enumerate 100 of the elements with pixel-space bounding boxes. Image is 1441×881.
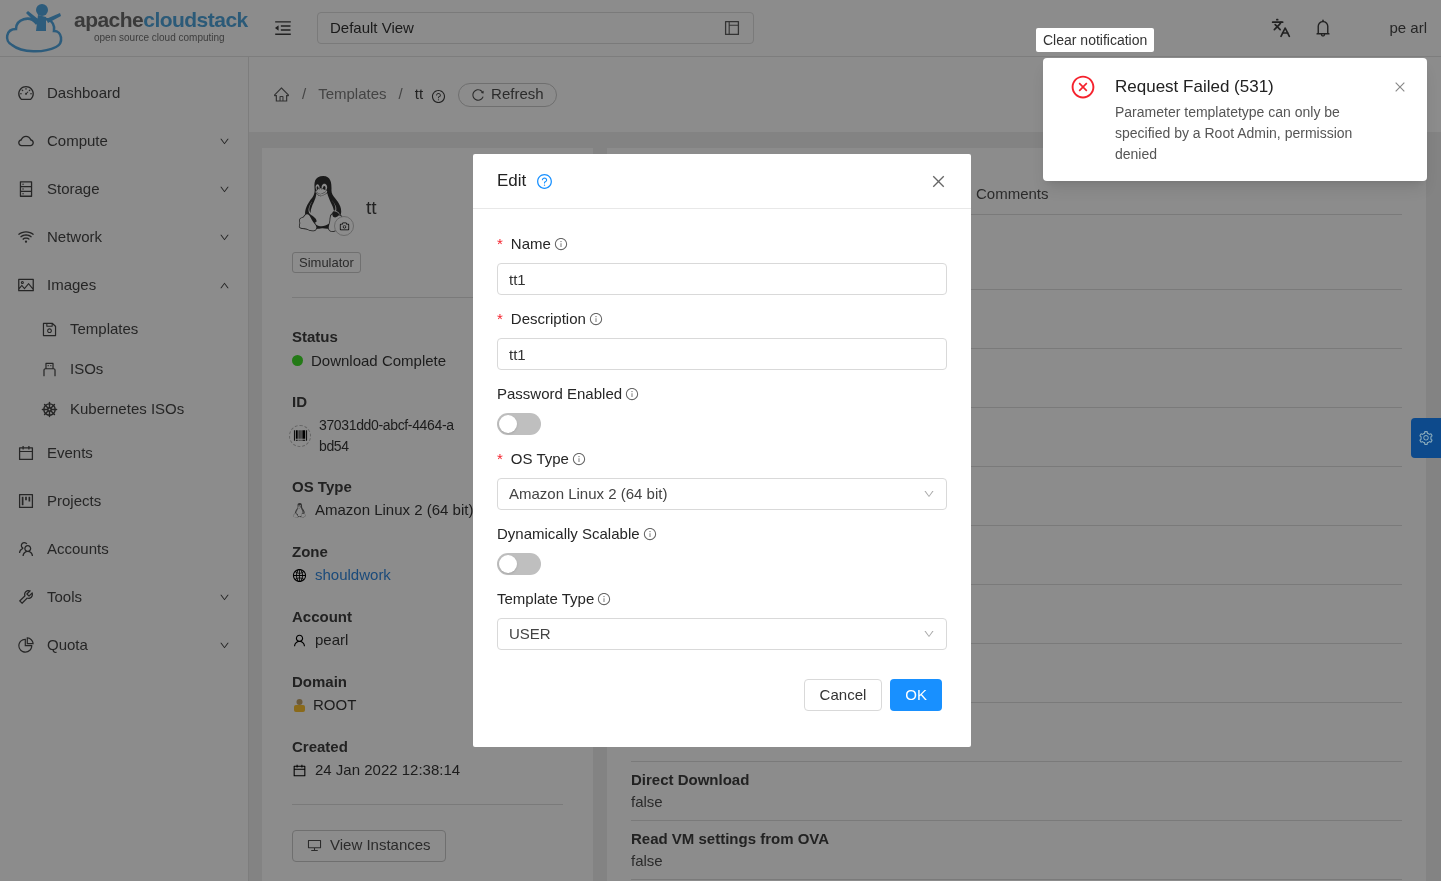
reload-icon <box>471 87 486 102</box>
view-select[interactable]: Default View <box>317 12 754 44</box>
breadcrumb-separator: / <box>302 84 307 105</box>
sidebar-item[interactable]: Storage <box>0 169 248 209</box>
wifi-icon <box>17 228 35 246</box>
field-label: Password Enabled <box>497 383 623 404</box>
field-value: Amazon Linux 2 (64 bit) <box>315 500 474 520</box>
text-input[interactable]: tt1 <box>497 263 947 295</box>
field-value: 24 Jan 2022 12:38:14 <box>315 760 461 780</box>
board-icon <box>17 492 35 510</box>
info-icon[interactable] <box>597 592 612 606</box>
notification-title: Request Failed (531) <box>1115 76 1275 98</box>
view-instances-button[interactable]: View Instances <box>292 829 446 862</box>
breadcrumb-link[interactable]: Templates <box>318 83 387 106</box>
help-icon[interactable] <box>431 89 447 104</box>
sidebar-subitem[interactable]: Templates <box>0 309 248 349</box>
comments-tab[interactable]: Comments <box>976 182 1049 214</box>
field-label: Account <box>292 606 352 627</box>
logo-text: apachecloudstack <box>74 9 248 30</box>
save-icon <box>41 320 58 338</box>
user-icon <box>292 632 307 648</box>
chevron-down-icon <box>923 488 935 500</box>
property-label: Direct Download <box>631 769 751 790</box>
camera-icon[interactable] <box>334 216 354 236</box>
property-value: false <box>631 792 664 812</box>
field-value: 37031dd0-abcf-4464-a <box>319 415 454 435</box>
layout-icon <box>723 19 741 37</box>
breadcrumb-current: tt <box>414 84 424 105</box>
template-name: tt <box>366 196 377 220</box>
sidebar-item[interactable]: Accounts <box>0 529 248 569</box>
user-name[interactable]: pe arl <box>1389 16 1427 40</box>
select-field[interactable]: USER <box>497 618 947 650</box>
error-icon <box>1070 74 1096 100</box>
sidebar-item[interactable]: Projects <box>0 481 248 521</box>
users-icon <box>17 540 35 558</box>
info-icon[interactable] <box>642 527 657 541</box>
chevron-down-icon <box>923 628 935 640</box>
property-value: false <box>631 851 664 871</box>
info-icon[interactable] <box>571 452 586 466</box>
translate-icon[interactable] <box>1271 18 1292 38</box>
hypervisor-tag: Simulator <box>292 252 361 273</box>
storage-icon <box>17 180 35 198</box>
text-input[interactable]: tt1 <box>497 338 947 370</box>
field-label: Status <box>292 327 338 347</box>
sidebar-subitem[interactable]: ISOs <box>0 349 248 389</box>
zone-link[interactable]: shouldwork <box>315 564 391 587</box>
field-value: ROOT <box>313 695 357 715</box>
cancel-button[interactable]: Cancel <box>803 679 883 711</box>
collapse-menu-button[interactable] <box>273 18 293 38</box>
sidebar-item[interactable]: Dashboard <box>0 73 248 113</box>
toggle-switch[interactable] <box>497 413 541 435</box>
settings-icon <box>1418 430 1434 446</box>
field-value: bd54 <box>319 436 349 456</box>
field-label: Dynamically Scalable <box>497 523 640 544</box>
field-label: Created <box>292 736 348 757</box>
calendar-icon <box>17 444 35 462</box>
ship-wheel-icon <box>41 400 58 418</box>
field-label: Name <box>510 233 551 254</box>
select-field[interactable]: Amazon Linux 2 (64 bit) <box>497 478 947 510</box>
logo-tagline: open source cloud computing <box>94 33 226 43</box>
notification-message: Parameter templatetype can only be specified by a Root Admin, permission denied <box>1115 103 1354 164</box>
pie-chart-icon <box>17 636 35 654</box>
calendar-icon <box>292 762 307 778</box>
image-icon <box>17 276 35 294</box>
field-value: Download Complete <box>311 350 447 371</box>
field-value: pearl <box>315 630 349 650</box>
sidebar-item[interactable]: Network <box>0 217 248 257</box>
sidebar-subitem[interactable]: Kubernetes ISOs <box>0 389 248 429</box>
field-label: Zone <box>292 541 328 562</box>
toggle-switch[interactable] <box>497 553 541 575</box>
field-label: ID <box>292 392 307 412</box>
field-label: OS Type <box>510 448 569 469</box>
required-mark: * <box>497 233 503 254</box>
sidebar-item[interactable]: Images <box>0 265 248 305</box>
field-label: Template Type <box>497 588 595 609</box>
ok-button[interactable]: OK <box>890 679 942 711</box>
dashboard-icon <box>17 84 35 102</box>
home-icon[interactable] <box>273 86 290 103</box>
sidebar-item[interactable]: Events <box>0 433 248 473</box>
required-mark: * <box>497 308 503 329</box>
help-icon[interactable] <box>536 172 554 190</box>
field-label: OS Type <box>292 476 352 497</box>
field-label: Description <box>510 308 586 329</box>
domain-icon <box>292 697 307 713</box>
info-icon[interactable] <box>553 237 568 251</box>
required-mark: * <box>497 448 503 469</box>
monitor-icon <box>307 838 322 853</box>
breadcrumb-separator: / <box>398 84 403 105</box>
wrench-icon <box>17 588 35 606</box>
close-icon[interactable] <box>1393 80 1407 94</box>
settings-button[interactable] <box>1411 418 1441 458</box>
dialog-title: Edit <box>497 170 527 193</box>
info-icon[interactable] <box>588 312 603 326</box>
globe-icon <box>292 567 307 583</box>
sidebar-item[interactable]: Tools <box>0 577 248 617</box>
info-icon[interactable] <box>625 387 640 401</box>
penguin-icon <box>292 502 307 518</box>
usb-icon <box>41 360 58 378</box>
sidebar-item[interactable]: Quota <box>0 625 248 665</box>
sidebar-item[interactable]: Compute <box>0 121 248 161</box>
